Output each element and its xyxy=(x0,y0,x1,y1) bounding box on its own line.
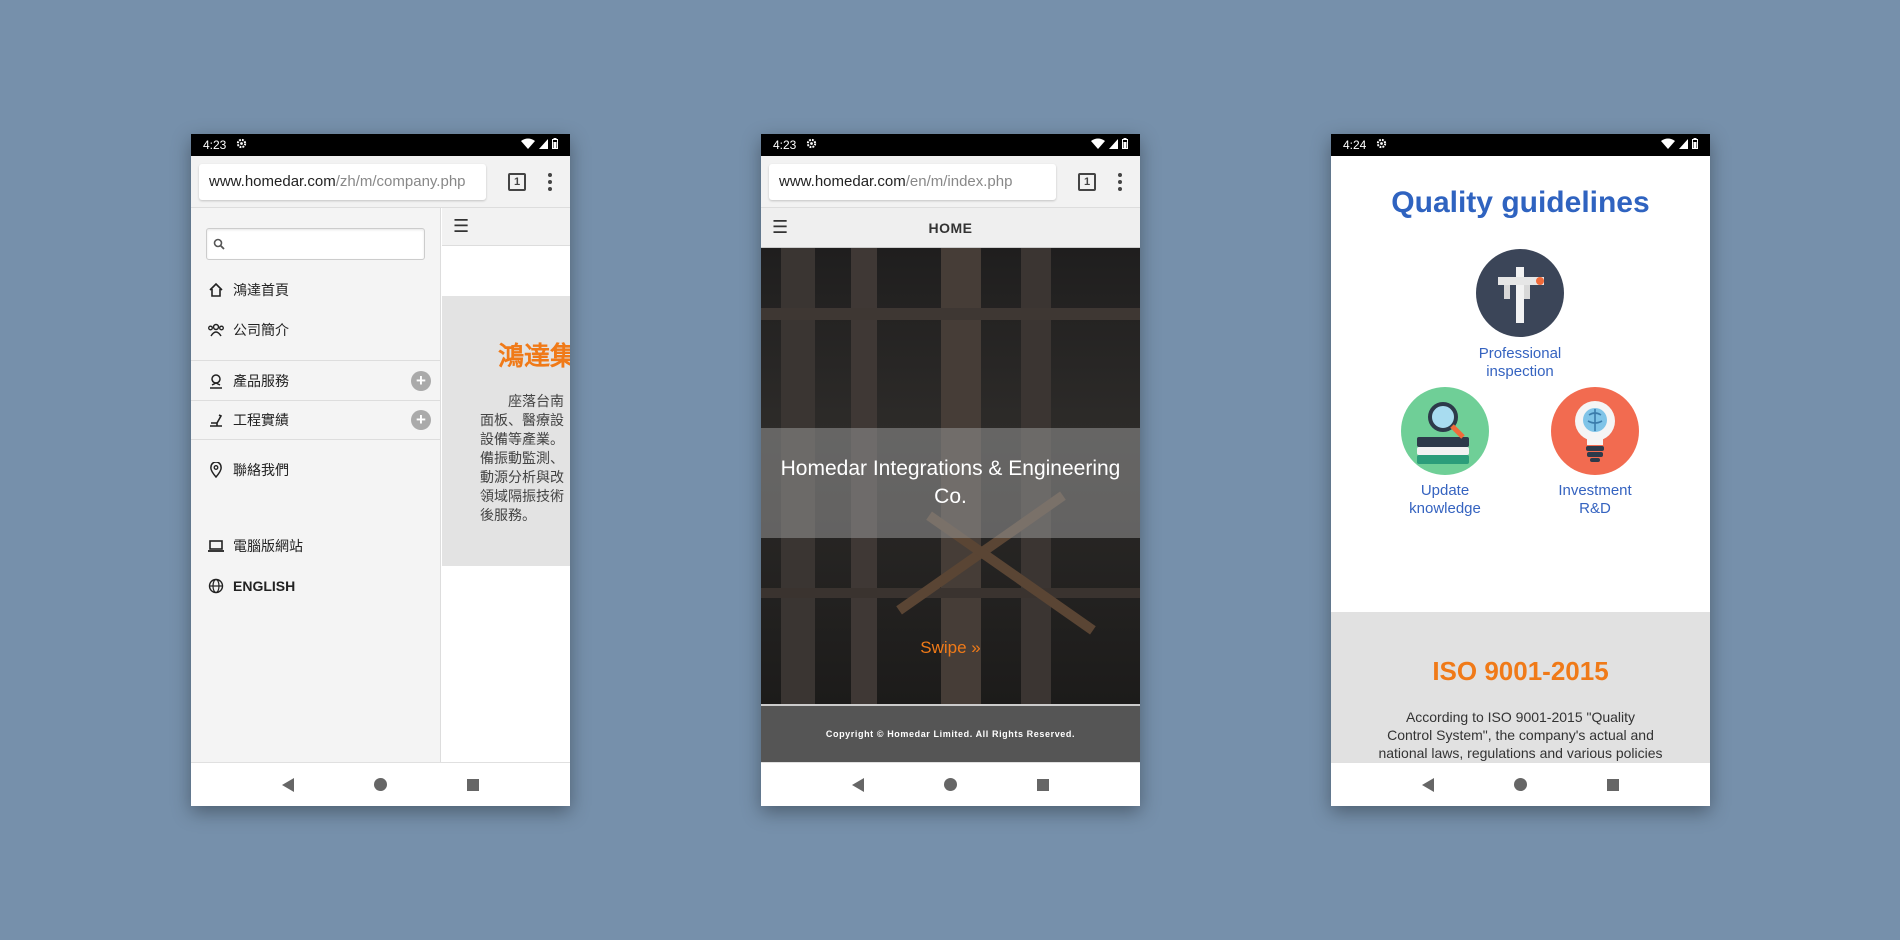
iso-section: ISO 9001-2015 According to ISO 9001-2015… xyxy=(1331,612,1710,762)
settings-gear-icon xyxy=(1376,138,1387,152)
status-time: 4:23 xyxy=(773,138,797,152)
status-time: 4:23 xyxy=(203,138,227,152)
item-label: Investment R&D xyxy=(1558,482,1632,517)
recents-icon[interactable] xyxy=(1607,778,1619,791)
url-path: /zh/m/company.php xyxy=(335,173,466,190)
people-icon xyxy=(207,321,225,339)
status-bar: 4:23 xyxy=(761,134,1140,156)
android-nav-bar xyxy=(191,762,570,806)
page-title: Quality guidelines xyxy=(1391,186,1650,219)
menu-item-about[interactable]: 公司簡介 xyxy=(191,310,440,350)
recents-icon[interactable] xyxy=(1037,778,1049,791)
wifi-icon xyxy=(1091,138,1105,152)
home-icon xyxy=(207,281,225,299)
recents-icon[interactable] xyxy=(467,778,479,791)
address-bar[interactable]: www.homedar.com/en/m/index.php xyxy=(769,163,1056,200)
side-drawer: 鴻達首頁 公司簡介 產品服務 + 工程實績 + 聯絡我們 電腦版網站 ENGLI… xyxy=(191,208,441,762)
menu-item-label: 電腦版網站 xyxy=(233,538,303,554)
location-pin-icon xyxy=(207,461,225,479)
search-input[interactable] xyxy=(206,228,425,260)
item-label: Professional inspection xyxy=(1478,345,1562,380)
home-circle-icon[interactable] xyxy=(944,778,957,791)
menu-item-label: ENGLISH xyxy=(233,578,296,594)
engineering-icon xyxy=(207,411,225,429)
menu-item-label: 聯絡我們 xyxy=(233,462,289,478)
menu-item-english[interactable]: ENGLISH xyxy=(191,566,440,606)
intro-section: 鴻達集 座落台南 面板、醫療設 設備等產業。 備振動監測、 動源分析與改 領域隔… xyxy=(442,296,570,566)
menu-item-products[interactable]: 產品服務 + xyxy=(191,360,440,400)
battery-icon xyxy=(1122,138,1128,152)
menu-item-contact[interactable]: 聯絡我們 xyxy=(191,450,440,490)
signal-icon xyxy=(1679,138,1688,152)
url-host: www.homedar.com xyxy=(209,173,336,190)
page-content: ☰ 鴻達集 座落台南 面板、醫療設 設備等產業。 備振動監測、 動源分析與改 領… xyxy=(442,208,570,762)
expand-plus-icon[interactable]: + xyxy=(411,410,431,430)
lightbulb-brain-icon xyxy=(1551,387,1639,475)
status-time: 4:24 xyxy=(1343,138,1367,152)
product-icon xyxy=(207,372,225,390)
hero-photo-beam xyxy=(761,308,1140,320)
browser-toolbar: www.homedar.com/en/m/index.php 1 xyxy=(761,156,1140,208)
back-icon[interactable] xyxy=(282,777,294,792)
menu-item-label: 公司簡介 xyxy=(233,322,289,338)
section-text: 座落台南 面板、醫療設 設備等產業。 備振動監測、 動源分析與改 領域隔振技術 … xyxy=(480,393,564,523)
settings-gear-icon xyxy=(806,138,817,152)
menu-item-home[interactable]: 鴻達首頁 xyxy=(191,270,440,310)
status-bar: 4:24 xyxy=(1331,134,1710,156)
hero-slider[interactable]: Homedar Integrations & Engineering Co. S… xyxy=(761,248,1140,704)
iso-title: ISO 9001-2015 xyxy=(1432,656,1609,686)
wifi-icon xyxy=(1661,138,1675,152)
android-nav-bar xyxy=(761,762,1140,806)
footer-copyright: Copyright © Homedar Limited. All Rights … xyxy=(761,704,1140,762)
menu-item-label: 產品服務 xyxy=(233,372,289,389)
menu-item-desktop-site[interactable]: 電腦版網站 xyxy=(191,526,440,566)
settings-gear-icon xyxy=(236,138,247,152)
home-circle-icon[interactable] xyxy=(1514,778,1527,791)
url-host: www.homedar.com xyxy=(779,173,906,190)
hero-title: Homedar Integrations & Engineering Co. xyxy=(761,428,1140,538)
books-magnifier-icon xyxy=(1401,387,1489,475)
iso-text: According to ISO 9001-2015 "Quality Cont… xyxy=(1378,709,1663,761)
home-circle-icon[interactable] xyxy=(374,778,387,791)
swipe-link[interactable]: Swipe » xyxy=(761,638,1140,658)
phone-screen-company: 4:23 www.homedar.com/zh/m/company.php 1 … xyxy=(191,134,570,806)
laptop-icon xyxy=(207,537,225,555)
search-icon xyxy=(213,238,225,250)
url-path: /en/m/index.php xyxy=(905,173,1013,190)
globe-icon xyxy=(207,577,225,595)
expand-plus-icon[interactable]: + xyxy=(411,370,431,391)
back-icon[interactable] xyxy=(1422,777,1434,792)
menu-item-label: 鴻達首頁 xyxy=(233,282,289,298)
status-bar: 4:23 xyxy=(191,134,570,156)
menu-hamburger-icon[interactable]: ☰ xyxy=(442,208,570,246)
browser-menu-icon[interactable] xyxy=(1118,172,1122,191)
signal-icon xyxy=(539,138,548,152)
section-title: 鴻達集 xyxy=(498,341,570,371)
battery-icon xyxy=(552,138,558,152)
battery-icon xyxy=(1692,138,1698,152)
hero-photo-beam xyxy=(761,588,1140,598)
phone-screen-quality: 4:24 Quality guidelines Professional ins… xyxy=(1331,134,1710,806)
signal-icon xyxy=(1109,138,1118,152)
tab-switcher-button[interactable]: 1 xyxy=(1078,172,1096,191)
android-nav-bar xyxy=(1331,762,1710,806)
browser-menu-icon[interactable] xyxy=(548,172,552,191)
back-icon[interactable] xyxy=(852,777,864,792)
phone-screen-home: 4:23 www.homedar.com/en/m/index.php 1 ☰ … xyxy=(761,134,1140,806)
menu-hamburger-icon[interactable]: ☰ xyxy=(772,217,788,238)
item-label: Update knowledge xyxy=(1409,482,1481,517)
site-header: ☰ HOME xyxy=(761,208,1140,248)
browser-toolbar: www.homedar.com/zh/m/company.php 1 xyxy=(191,156,570,208)
menu-item-label: 工程實績 xyxy=(233,412,289,428)
tab-switcher-button[interactable]: 1 xyxy=(508,172,526,191)
caliper-icon xyxy=(1476,249,1564,337)
wifi-icon xyxy=(521,138,535,152)
address-bar[interactable]: www.homedar.com/zh/m/company.php xyxy=(199,163,486,200)
menu-item-projects[interactable]: 工程實績 + xyxy=(191,400,440,440)
header-title: HOME xyxy=(928,219,973,236)
